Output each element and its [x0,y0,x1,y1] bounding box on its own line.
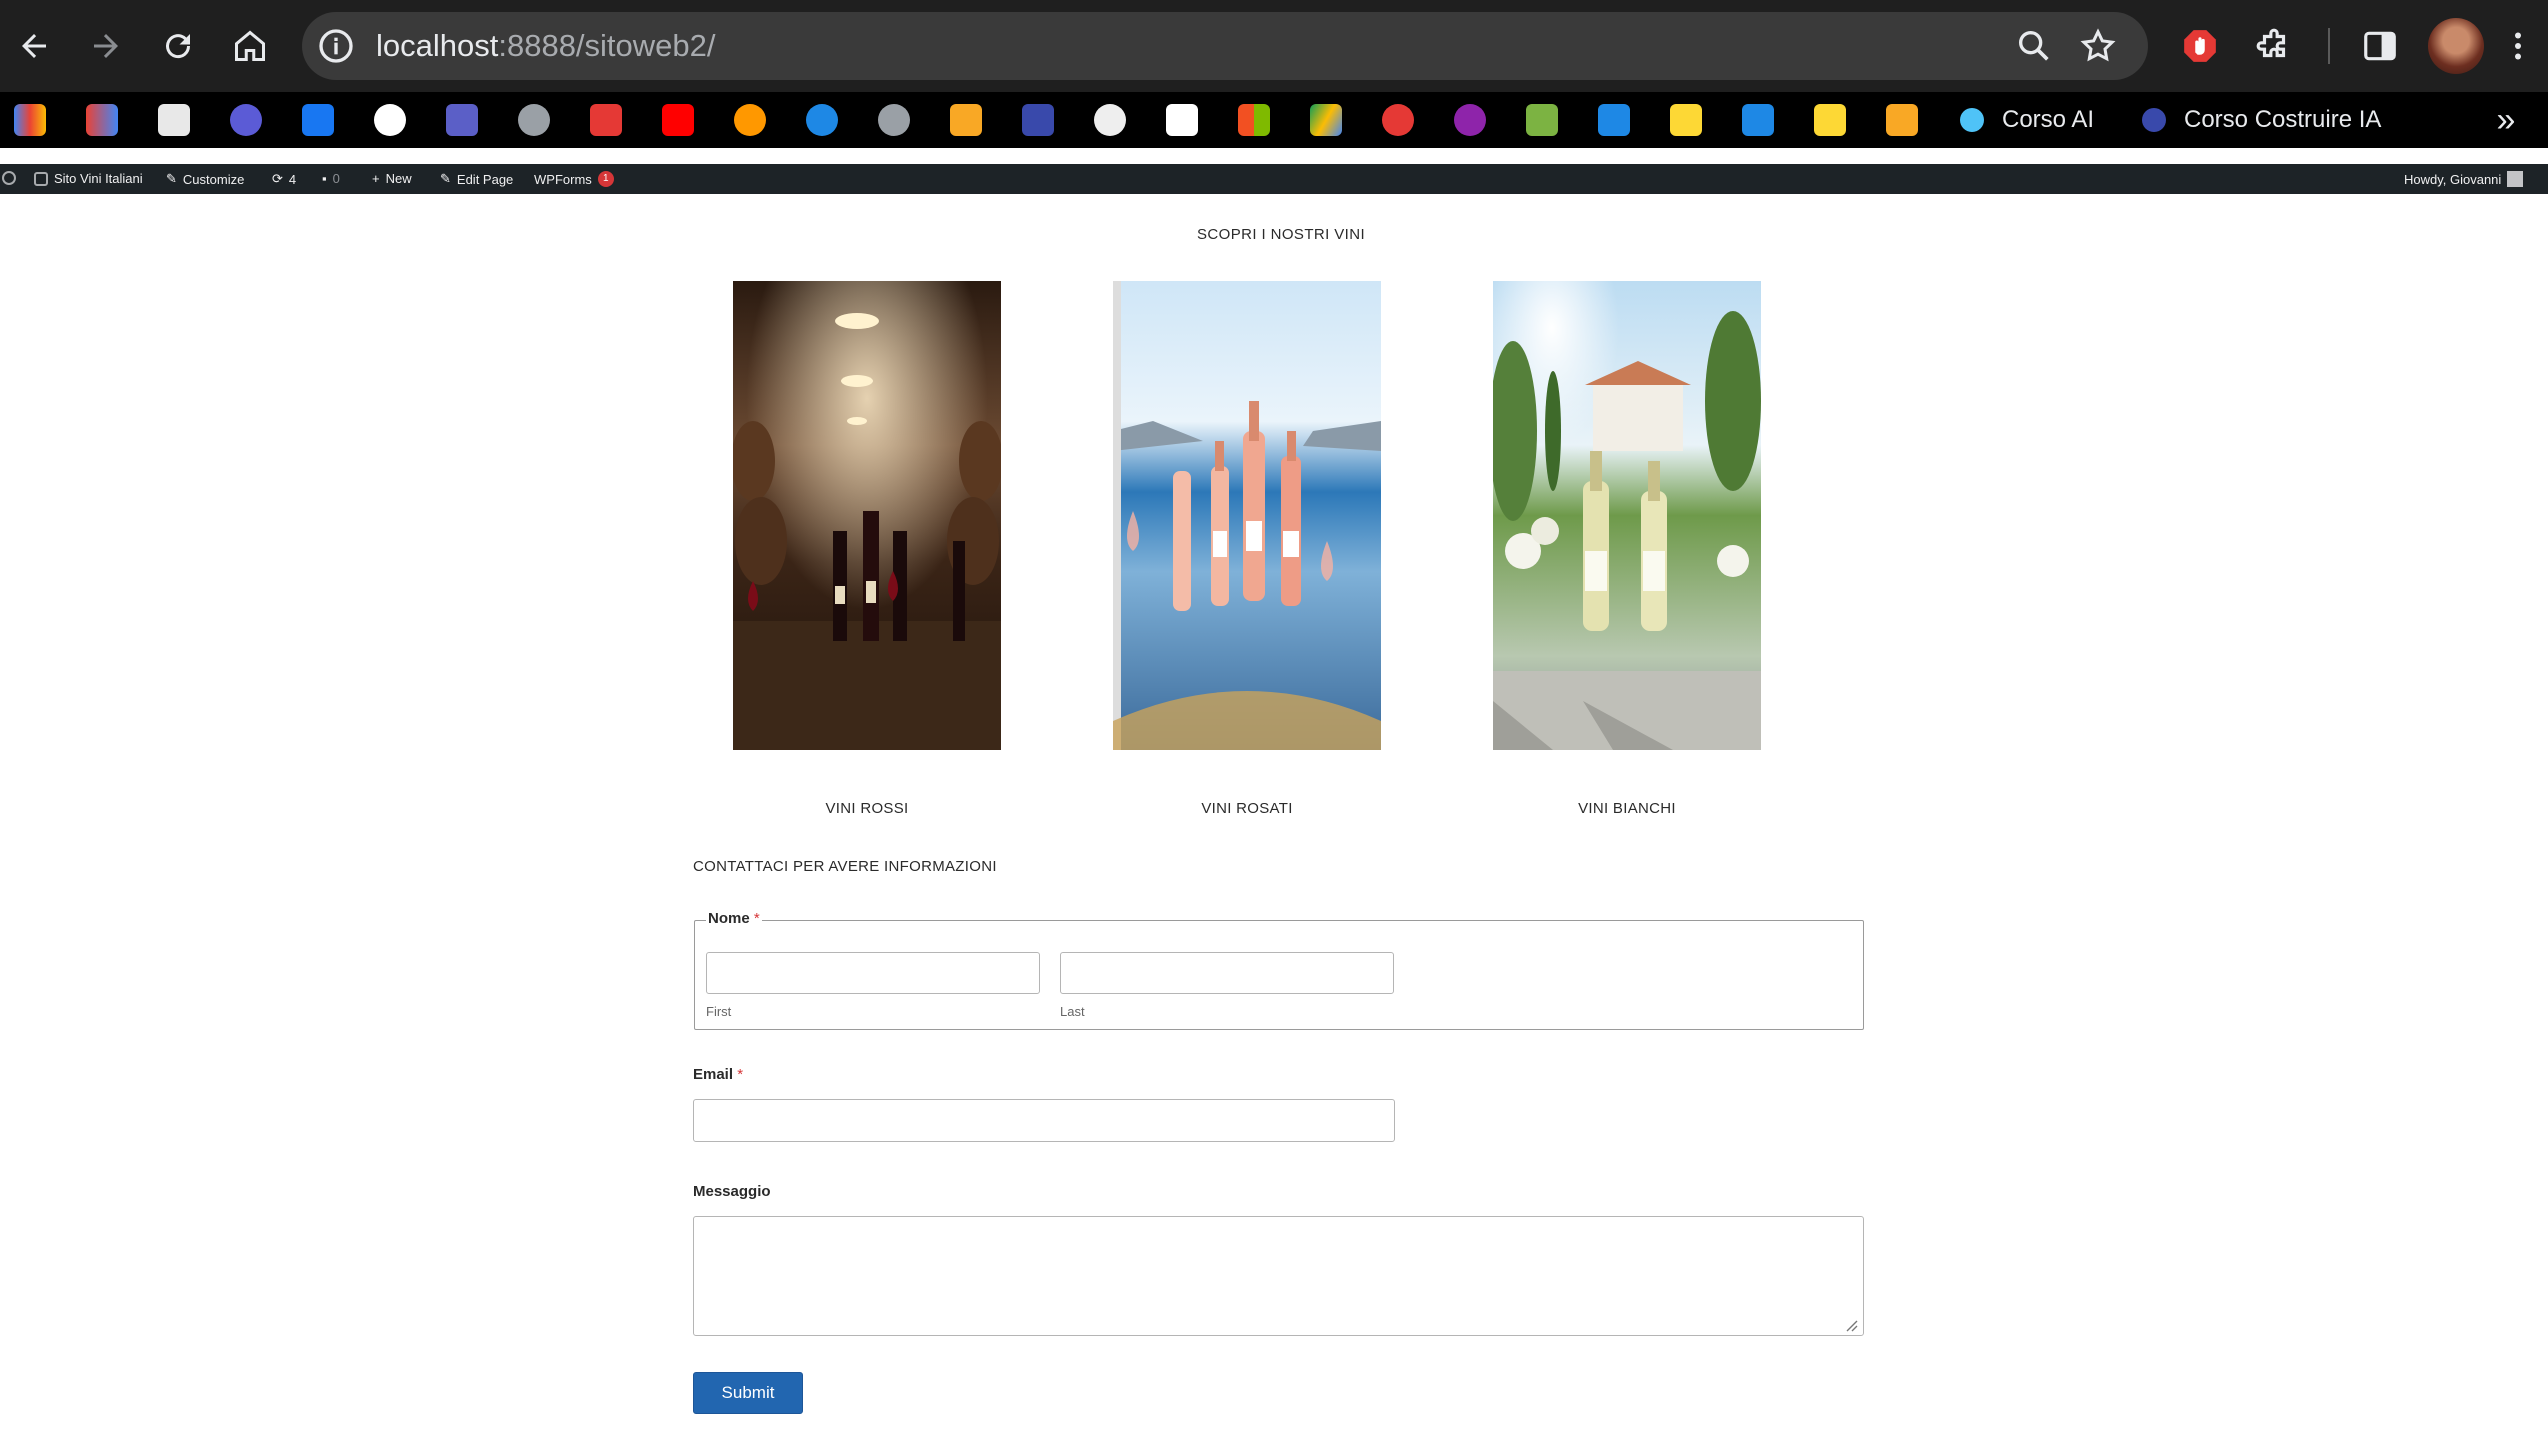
miro-bookmark-icon[interactable] [1814,104,1846,136]
corso-ai-bookmark-icon[interactable] [1960,108,1984,132]
menu-kebab-icon[interactable] [2500,22,2536,70]
drive-bookmark-icon[interactable] [1310,104,1342,136]
user-avatar [2507,171,2524,187]
white-wine-villa-image[interactable] [1489,281,1761,750]
bookmarks-bar: Corso AI Corso Costruire IA [0,92,2548,148]
analytics-bookmark-icon[interactable] [1886,104,1918,136]
wpforms-badge: 1 [597,171,614,187]
zoom-icon[interactable] [2014,26,2054,66]
paper-bookmark-icon[interactable] [158,104,190,136]
orange-bookmark-icon[interactable] [734,104,766,136]
white-bookmark-icon[interactable] [1094,104,1126,136]
page-content: SCOPRI I NOSTRI VINI VINI ROSSI VINI ROS… [0,194,2548,1448]
admin-customize[interactable]: ✎ Customize [166,171,244,187]
admin-wpforms[interactable]: WPForms 1 [534,171,614,187]
admin-howdy[interactable]: Howdy, Giovanni [2404,171,2524,187]
globe-bookmark-icon[interactable] [878,104,910,136]
side-panel-icon[interactable] [2356,22,2404,70]
url-text: localhost:8888/sitoweb2/ [376,28,716,63]
gmail-bookmark-icon[interactable] [86,104,118,136]
admin-new[interactable]: + New [372,171,412,186]
office-bookmark-icon[interactable] [590,104,622,136]
last-name-input[interactable] [1060,952,1394,994]
teams-bookmark-icon[interactable] [446,104,478,136]
play-bookmark-icon[interactable] [806,104,838,136]
bookmark-corso-costruire-ia[interactable]: Corso Costruire IA [2184,106,2381,134]
rose-wine-seaside-image[interactable] [1113,281,1381,750]
email-field[interactable] [693,1099,1395,1142]
reload-icon[interactable] [150,18,206,74]
corso-costruire-ia-bookmark-icon[interactable] [2142,108,2166,132]
canva-bookmark-icon[interactable] [230,104,262,136]
site-info-icon[interactable] [316,26,356,66]
message-label: Messaggio [693,1183,771,1200]
toolbar-separator [2328,28,2330,64]
updates-icon: ⟳ [272,171,283,186]
browser-toolbar: localhost:8888/sitoweb2/ [0,0,2548,92]
google-bookmark-icon[interactable] [374,104,406,136]
message-textarea[interactable] [693,1216,1864,1336]
brush-icon: ✎ [166,171,177,186]
submit-button[interactable]: Submit [693,1372,803,1414]
name-label: Nome * [706,910,762,927]
admin-updates[interactable]: ⟳ 4 [272,171,296,187]
youtube-bookmark-icon[interactable] [662,104,694,136]
pencil-icon: ✎ [440,171,451,186]
hb-bookmark-icon[interactable] [1670,104,1702,136]
gift-bookmark-icon[interactable] [1022,104,1054,136]
home-icon[interactable] [222,18,278,74]
extensions-puzzle-icon[interactable] [2250,22,2298,70]
profile-avatar[interactable] [2428,18,2484,74]
back-icon[interactable] [6,18,62,74]
wine-label-white[interactable]: VINI BIANCHI [1493,800,1761,817]
admin-comments[interactable]: ▪ 0 [322,171,340,186]
gmail-bookmark-icon[interactable] [14,104,46,136]
contact-title: CONTATTACI PER AVERE INFORMAZIONI [693,858,997,875]
first-sublabel: First [706,1004,732,1019]
purple-bookmark-icon[interactable] [1454,104,1486,136]
microsoft-bookmark-icon[interactable] [1238,104,1270,136]
forward-icon[interactable] [78,18,134,74]
address-bar[interactable]: localhost:8888/sitoweb2/ [302,12,2148,80]
green-bookmark-icon[interactable] [1526,104,1558,136]
ef-bookmark-icon[interactable] [1742,104,1774,136]
admin-edit-page[interactable]: ✎ Edit Page [440,171,513,187]
comment-icon: ▪ [322,171,327,186]
section-title: SCOPRI I NOSTRI VINI [1197,226,1366,243]
adblock-extension-icon[interactable] [2176,22,2224,70]
first-name-input[interactable] [706,952,1040,994]
meta-bookmark-icon[interactable] [302,104,334,136]
last-sublabel: Last [1060,1004,1085,1019]
email-label: Email * [693,1066,744,1083]
red-wine-cellar-image[interactable] [731,281,1003,750]
wine-label-rose[interactable]: VINI ROSATI [1113,800,1381,817]
chart-bookmark-icon[interactable] [1598,104,1630,136]
wine-label-red[interactable]: VINI ROSSI [733,800,1001,817]
wp-admin-bar: Sito Vini Italiani ✎ Customize ⟳ 4 ▪ 0 + New… [0,164,2548,194]
amazon-bookmark-icon[interactable] [950,104,982,136]
sync-bookmark-icon[interactable] [1382,104,1414,136]
bookmark-corso-ai[interactable]: Corso AI [2002,106,2094,134]
resize-handle-icon[interactable] [1844,1318,1858,1332]
wordpress-logo-icon[interactable] [2,171,16,185]
plus-icon: + [372,171,380,186]
admin-site-name[interactable]: Sito Vini Italiani [34,171,143,186]
globe-bookmark-icon[interactable] [518,104,550,136]
document-bookmark-icon[interactable] [1166,104,1198,136]
bookmark-star-icon[interactable] [2078,26,2118,66]
more-bookmarks-icon[interactable]: » [2488,103,2524,137]
